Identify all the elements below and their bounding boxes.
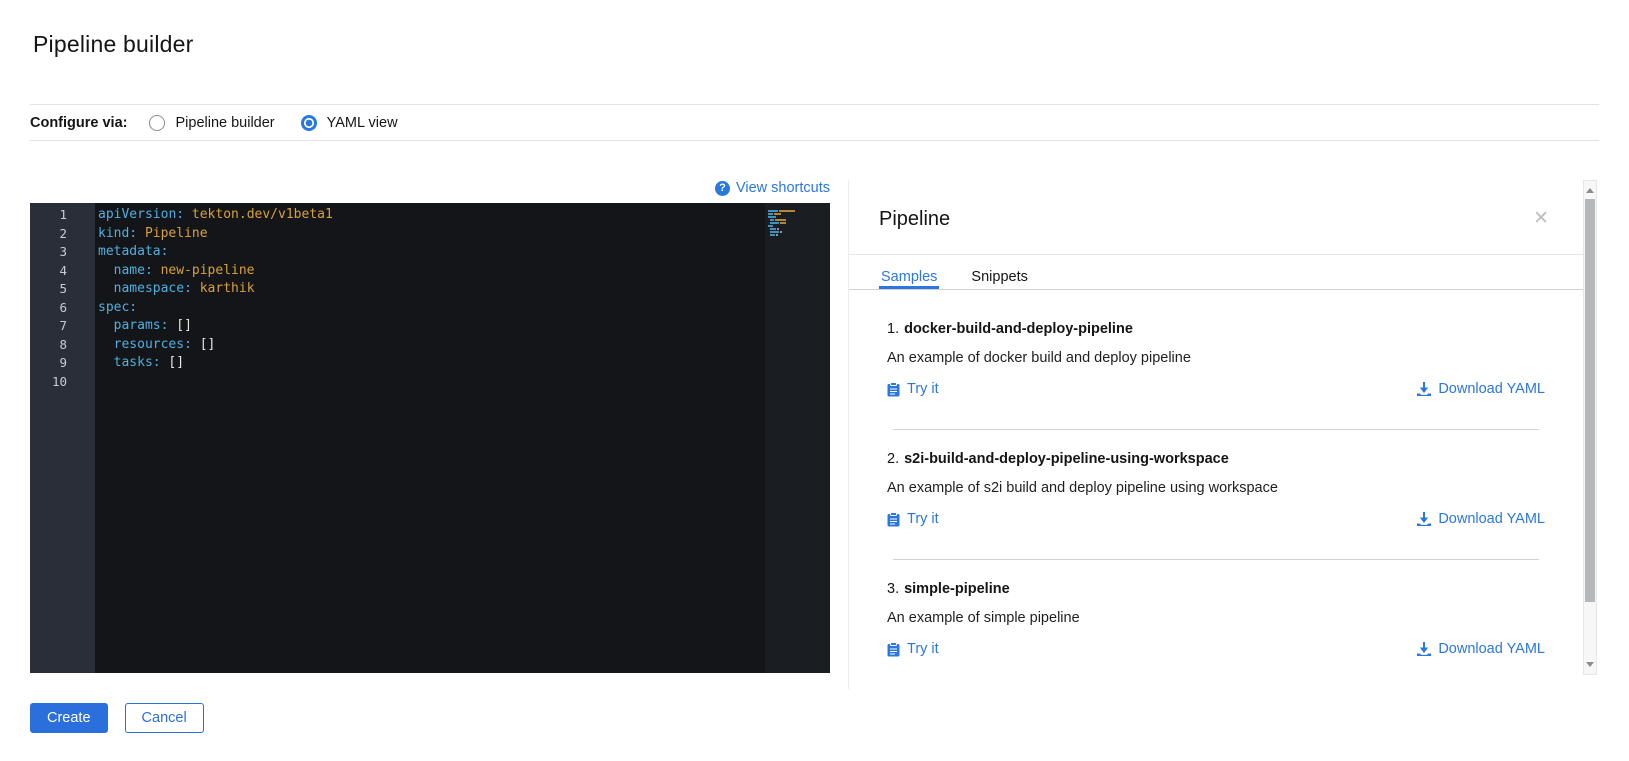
try-it-label: Try it — [907, 381, 939, 397]
sample-links: Try it Download YAML — [887, 511, 1545, 527]
try-it-link[interactable]: Try it — [887, 511, 939, 527]
sample-name: docker-build-and-deploy-pipeline — [904, 321, 1133, 337]
paste-icon — [887, 642, 900, 657]
radio-icon[interactable] — [149, 115, 165, 131]
content-area: ? View shortcuts 12345678910 apiVersion:… — [30, 180, 1629, 689]
sample-description: An example of simple pipeline — [887, 610, 1545, 626]
configure-radio-option[interactable]: YAML view — [301, 115, 398, 131]
radio-label: Pipeline builder — [175, 115, 274, 131]
line-number: 7 — [30, 317, 67, 336]
download-icon — [1417, 382, 1431, 396]
configure-radio-group: Pipeline builder YAML view — [149, 115, 423, 131]
sample-description: An example of docker build and deploy pi… — [887, 350, 1545, 366]
code-line: apiVersion:tekton.dev/v1beta1 — [98, 206, 765, 225]
sample-number: 2. — [887, 451, 899, 467]
code-line: kind:Pipeline — [98, 225, 765, 244]
scroll-down-arrow-icon[interactable] — [1586, 662, 1594, 667]
configure-via-label: Configure via: — [30, 115, 127, 131]
yaml-editor[interactable]: 12345678910 apiVersion:tekton.dev/v1beta… — [30, 203, 830, 673]
line-number: 3 — [30, 243, 67, 262]
code-line: params:[] — [98, 317, 765, 336]
sample-title: 1. docker-build-and-deploy-pipeline — [887, 321, 1545, 337]
line-number: 8 — [30, 336, 67, 355]
create-button[interactable]: Create — [30, 703, 108, 733]
panel-header: Pipeline ✕ — [849, 180, 1583, 232]
view-shortcuts-label: View shortcuts — [736, 180, 830, 196]
sample-description: An example of s2i build and deploy pipel… — [887, 480, 1545, 496]
sample-name: s2i-build-and-deploy-pipeline-using-work… — [904, 451, 1229, 467]
download-yaml-label: Download YAML — [1438, 511, 1545, 527]
download-yaml-label: Download YAML — [1438, 381, 1545, 397]
sample-links: Try it Download YAML — [887, 381, 1545, 397]
editor-column: ? View shortcuts 12345678910 apiVersion:… — [30, 180, 830, 673]
try-it-label: Try it — [907, 641, 939, 657]
radio-label: YAML view — [327, 115, 398, 131]
code-line: resources:[] — [98, 336, 765, 355]
cancel-button[interactable]: Cancel — [125, 703, 204, 733]
sample-item: 2. s2i-build-and-deploy-pipeline-using-wo… — [887, 430, 1545, 559]
code-line: metadata: — [98, 243, 765, 262]
code-line: name:new-pipeline — [98, 262, 765, 281]
panel-tabs: Samples Snippets — [849, 255, 1583, 290]
paste-icon — [887, 512, 900, 527]
pipeline-builder-page: Pipeline builder Configure via: Pipeline… — [0, 0, 1629, 733]
tab-snippets[interactable]: Snippets — [969, 255, 1029, 289]
editor-toolbar: ? View shortcuts — [30, 180, 830, 203]
download-yaml-link[interactable]: Download YAML — [1417, 641, 1545, 657]
scroll-up-arrow-icon[interactable] — [1586, 188, 1594, 193]
tab-samples[interactable]: Samples — [879, 255, 939, 289]
sample-number: 1. — [887, 321, 899, 337]
samples-drawer-panel: Pipeline ✕ Samples Snippets 1. docker-bui… — [848, 180, 1583, 689]
panel-title: Pipeline — [879, 206, 950, 232]
view-shortcuts-link[interactable]: ? View shortcuts — [715, 180, 830, 196]
try-it-label: Try it — [907, 511, 939, 527]
try-it-link[interactable]: Try it — [887, 381, 939, 397]
panel-scrollbar[interactable] — [1583, 180, 1597, 675]
download-yaml-label: Download YAML — [1438, 641, 1545, 657]
line-number: 10 — [30, 373, 67, 392]
sample-links: Try it Download YAML — [887, 641, 1545, 657]
code-line: namespace:karthik — [98, 280, 765, 299]
try-it-link[interactable]: Try it — [887, 641, 939, 657]
line-number: 9 — [30, 354, 67, 373]
tab-label: Samples — [881, 269, 937, 285]
code-line: tasks:[] — [98, 354, 765, 373]
download-icon — [1417, 642, 1431, 656]
editor-minimap[interactable] — [765, 203, 830, 673]
code-line — [98, 373, 765, 392]
sample-name: simple-pipeline — [904, 581, 1010, 597]
line-number: 6 — [30, 299, 67, 318]
sample-title: 2. s2i-build-and-deploy-pipeline-using-wo… — [887, 451, 1545, 467]
configure-via-bar: Configure via: Pipeline builder YAML vie… — [30, 104, 1599, 141]
sample-number: 3. — [887, 581, 899, 597]
configure-radio-option[interactable]: Pipeline builder — [149, 115, 274, 131]
sample-item: 1. docker-build-and-deploy-pipeline An ex… — [887, 321, 1545, 429]
sample-title: 3. simple-pipeline — [887, 581, 1545, 597]
download-yaml-link[interactable]: Download YAML — [1417, 381, 1545, 397]
page-title: Pipeline builder — [0, 0, 1629, 58]
download-yaml-link[interactable]: Download YAML — [1417, 511, 1545, 527]
line-number: 5 — [30, 280, 67, 299]
sample-item: 3. simple-pipeline An example of simple p… — [887, 560, 1545, 689]
editor-code-area[interactable]: apiVersion:tekton.dev/v1beta1kind:Pipeli… — [95, 203, 765, 673]
download-icon — [1417, 512, 1431, 526]
tab-label: Snippets — [971, 269, 1027, 285]
help-icon: ? — [715, 181, 730, 196]
samples-list: 1. docker-build-and-deploy-pipeline An ex… — [849, 290, 1583, 689]
paste-icon — [887, 382, 900, 397]
line-number: 1 — [30, 206, 67, 225]
close-icon[interactable]: ✕ — [1531, 209, 1551, 228]
line-number: 4 — [30, 262, 67, 281]
code-line: spec: — [98, 299, 765, 318]
editor-gutter: 12345678910 — [30, 203, 95, 673]
line-number: 2 — [30, 225, 67, 244]
radio-icon[interactable] — [301, 115, 317, 131]
form-actions: Create Cancel — [30, 703, 1629, 733]
scrollbar-thumb[interactable] — [1585, 199, 1595, 602]
